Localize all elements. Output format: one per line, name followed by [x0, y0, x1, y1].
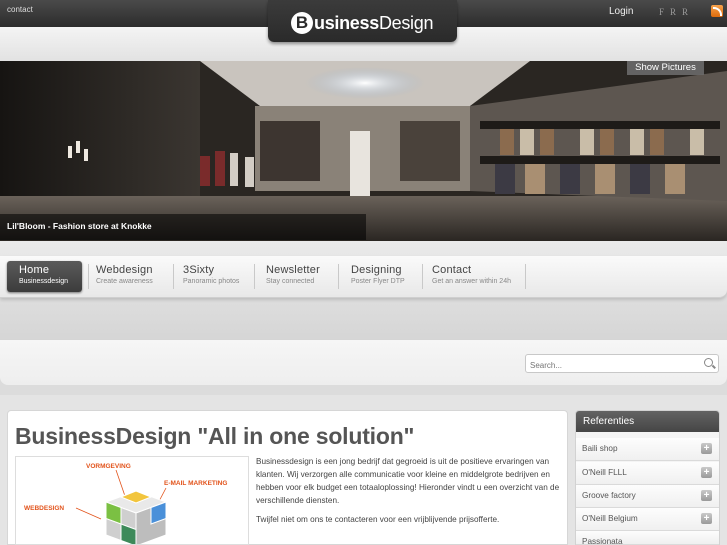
nav-subtitle: Businessdesign [19, 278, 69, 285]
language-option[interactable]: R [670, 7, 676, 17]
language-option[interactable]: F [659, 7, 664, 17]
nav-item-3sixty[interactable]: 3Sixty Panoramic photos [183, 261, 253, 292]
nav-title: Designing [351, 264, 402, 276]
image-label-email: E-MAIL MARKETING [164, 480, 227, 487]
reference-item[interactable]: O'Neill FLLL + [576, 462, 719, 485]
nav-subtitle: Stay connected [266, 278, 315, 285]
services-illustration: VORMGEVING E-MAIL MARKETING WEBDESIGN [15, 456, 249, 545]
nav-separator [338, 264, 339, 289]
reference-label: O'Neill Belgium [582, 514, 638, 523]
nav-subtitle: Poster Flyer DTP [351, 278, 405, 285]
intro-paragraph: Businessdesign is een jong bedrijf dat g… [256, 457, 560, 505]
logo-mark: B [291, 12, 313, 34]
reference-item[interactable]: Groove factory + [576, 485, 719, 508]
image-label-vormgeving: VORMGEVING [86, 463, 131, 470]
nav-item-newsletter[interactable]: Newsletter Stay connected [266, 261, 338, 292]
expand-plus-icon[interactable]: + [701, 443, 712, 454]
page-title: BusinessDesign "All in one solution" [15, 423, 415, 449]
nav-subtitle: Panoramic photos [183, 278, 240, 285]
reference-item[interactable]: Baili shop + [576, 438, 719, 461]
reference-item[interactable]: O'Neill Belgium + [576, 508, 719, 531]
search-box [525, 354, 719, 374]
show-pictures-button[interactable]: Show Pictures [627, 61, 704, 75]
contact-link[interactable]: contact [7, 5, 33, 14]
intro-paragraph: Twijfel niet om ons te contacteren voor … [256, 515, 500, 524]
nav-subtitle: Get an answer within 24h [432, 278, 511, 285]
references-title: Referenties [576, 411, 719, 432]
search-input[interactable] [526, 357, 696, 374]
expand-plus-icon[interactable]: + [701, 490, 712, 501]
reference-label: Groove factory [582, 491, 636, 500]
expand-plus-icon[interactable]: + [701, 513, 712, 524]
reference-label: O'Neill FLLL [582, 468, 627, 477]
image-label-webdesign: WEBDESIGN [24, 505, 64, 512]
reference-label: Passionata [582, 537, 623, 545]
logo-text: usinessDesign [314, 13, 434, 33]
nav-separator [173, 264, 174, 289]
nav-title: Home [19, 264, 50, 276]
nav-item-home[interactable]: Home Businessdesign [7, 261, 82, 292]
reference-item[interactable]: Passionata [576, 531, 719, 545]
expand-plus-icon[interactable]: + [701, 467, 712, 478]
nav-separator [88, 264, 89, 289]
language-option[interactable]: R [682, 7, 688, 17]
nav-separator [254, 264, 255, 289]
nav-title: Contact [432, 264, 472, 276]
reference-label: Baili shop [582, 444, 618, 453]
nav-item-contact[interactable]: Contact Get an answer within 24h [432, 261, 524, 292]
nav-title: 3Sixty [183, 264, 215, 276]
hero-caption: Lil'Bloom - Fashion store at Knokke [7, 221, 152, 231]
nav-subtitle: Create awareness [96, 278, 153, 285]
nav-separator [422, 264, 423, 289]
search-icon[interactable] [704, 358, 713, 367]
nav-item-designing[interactable]: Designing Poster Flyer DTP [351, 261, 423, 292]
logo[interactable]: B usinessDesign [268, 0, 457, 42]
nav-title: Webdesign [96, 264, 153, 276]
nav-item-webdesign[interactable]: Webdesign Create awareness [96, 261, 172, 292]
login-link[interactable]: Login [609, 6, 633, 17]
language-switcher: F R R [659, 7, 688, 17]
nav-title: Newsletter [266, 264, 320, 276]
intro-text: Businessdesign is een jong bedrijf dat g… [256, 455, 562, 532]
nav-separator [525, 264, 526, 289]
rss-icon[interactable] [711, 5, 723, 17]
